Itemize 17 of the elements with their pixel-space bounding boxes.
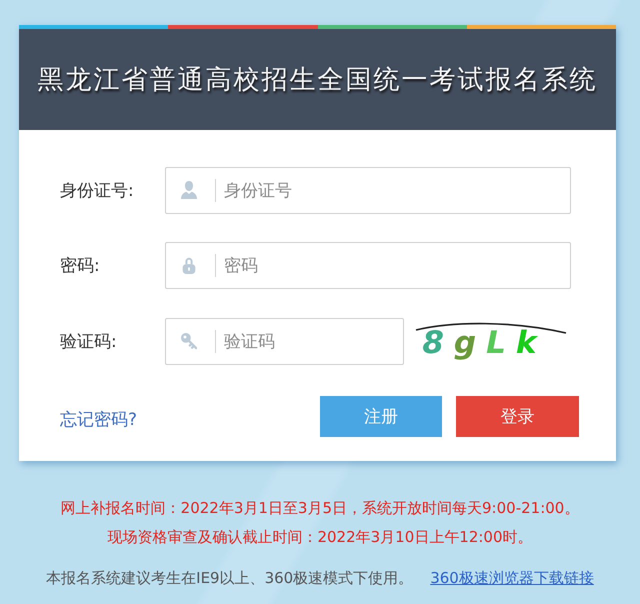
notice-text: 网上补报名时间：2022年3月1日至3月5日，系统开放时间每天9:00-21:00。 [60,498,580,519]
browser-advice-text: 本报名系统建议考生在IE9以上、360极速模式下使用。 [46,569,414,587]
lock-icon [181,256,197,274]
input-field[interactable]: 验证码 [164,318,404,365]
notice-text: 现场资格审查及确认截止时间：2022年3月10日上午12:00时。 [106,527,534,548]
key-icon [180,332,197,350]
person-icon [181,181,197,199]
field-label: 身份证号: [60,180,135,202]
input-field[interactable]: 密码 [165,242,571,289]
login-button[interactable]: 登录 [456,396,579,437]
register-button[interactable]: 注册 [320,396,442,437]
download-link[interactable]: 360极速浏览器下载链接 [430,569,594,587]
field-label: 验证码: [60,331,118,353]
field-label: 密码: [60,255,101,277]
site-title: 黑龙江省普通高校招生全国统一考试报名系统 [38,64,598,97]
input-field[interactable]: 身份证号 [165,167,571,214]
forgot-password-link[interactable]: 忘记密码? [60,402,138,431]
